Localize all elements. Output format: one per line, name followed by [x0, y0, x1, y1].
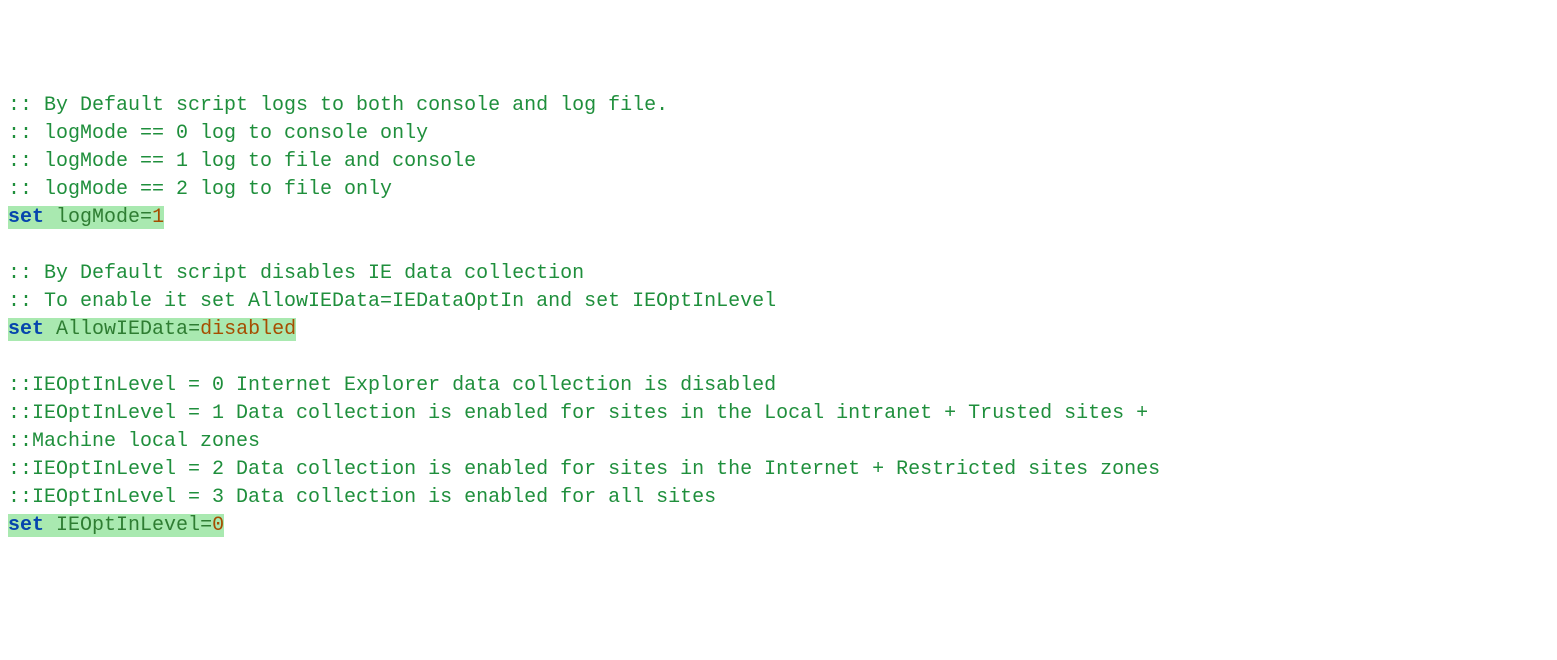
- set-statement: set logMode=1: [8, 204, 1549, 232]
- variable-name: AllowIEData: [56, 318, 188, 341]
- value: 0: [212, 514, 224, 537]
- blank-line: [8, 232, 1549, 260]
- comment-line: ::IEOptInLevel = 0 Internet Explorer dat…: [8, 372, 1549, 400]
- comment-line: ::IEOptInLevel = 3 Data collection is en…: [8, 484, 1549, 512]
- code-block: :: By Default script logs to both consol…: [8, 92, 1549, 540]
- set-statement: set AllowIEData=disabled: [8, 316, 1549, 344]
- comment-line: :: logMode == 2 log to file only: [8, 176, 1549, 204]
- value: disabled: [200, 318, 296, 341]
- comment-line: ::IEOptInLevel = 2 Data collection is en…: [8, 456, 1549, 484]
- blank-line: [8, 344, 1549, 372]
- set-statement: set IEOptInLevel=0: [8, 512, 1549, 540]
- variable-name: logMode: [56, 206, 140, 229]
- comment-line: :: To enable it set AllowIEData=IEDataOp…: [8, 288, 1549, 316]
- comment-line: :: By Default script disables IE data co…: [8, 260, 1549, 288]
- keyword-set: set: [8, 318, 44, 341]
- comment-line: :: logMode == 0 log to console only: [8, 120, 1549, 148]
- operator-equals: =: [200, 514, 212, 537]
- comment-line: ::IEOptInLevel = 1 Data collection is en…: [8, 400, 1549, 428]
- operator-equals: =: [188, 318, 200, 341]
- keyword-set: set: [8, 514, 44, 537]
- variable-name: IEOptInLevel: [56, 514, 200, 537]
- value: 1: [152, 206, 164, 229]
- comment-line: :: By Default script logs to both consol…: [8, 92, 1549, 120]
- keyword-set: set: [8, 206, 44, 229]
- comment-line: ::Machine local zones: [8, 428, 1549, 456]
- operator-equals: =: [140, 206, 152, 229]
- comment-line: :: logMode == 1 log to file and console: [8, 148, 1549, 176]
